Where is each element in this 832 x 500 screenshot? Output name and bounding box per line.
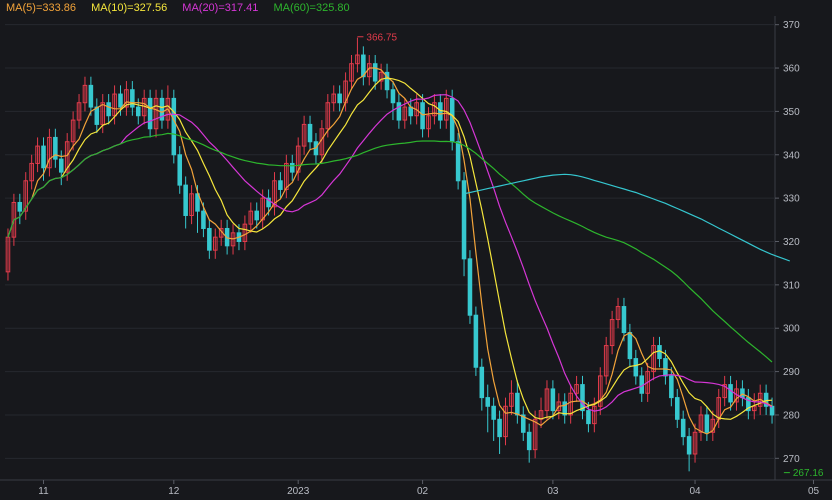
y-tick-label: 280 [783,410,800,421]
candle-down [58,158,64,173]
candle-down [396,102,402,121]
candle-down [177,154,183,186]
y-tick-label: 330 [783,194,800,205]
max-annotation: 366.75 [366,32,397,43]
candle-down [201,210,206,229]
candle-down [455,141,461,182]
candle-down [621,306,627,334]
candle-down [663,358,668,377]
ma20-line [7,94,773,412]
candle-down [627,332,633,360]
candle-down [171,97,177,156]
candle-down [491,405,496,420]
candle-down [497,418,502,438]
candle-down [728,384,733,403]
candle-down [17,201,23,212]
candle-down [769,405,775,416]
x-tick-label: 05 [808,486,820,497]
candle-down [669,375,674,399]
candle-down [41,145,46,169]
candle-down [467,258,473,316]
candle-down [372,63,378,82]
candle-down [135,106,141,117]
y-tick-label: 340 [783,150,800,161]
x-tick-label: 03 [547,486,559,497]
x-tick-label: 12 [168,486,180,497]
candle-down [438,102,443,121]
candle-down [278,180,283,190]
candle-down [307,123,313,143]
candle-down [473,314,479,368]
candle-down [461,180,467,260]
ma5-line [31,67,773,435]
candle-down [479,366,485,399]
candle-down [118,93,123,108]
y-tick-label: 300 [783,324,800,335]
candle-down [633,358,639,377]
candle-down [289,162,295,173]
y-tick-label: 370 [783,20,800,31]
candle-down [680,418,686,438]
candle-down [485,397,491,407]
x-tick-label: 2023 [287,486,310,497]
candle-down [526,431,532,451]
candlestick-chart[interactable]: 370 360 350 340 330 320 310 300 290 280 270 11 12 202… [0,0,832,500]
ma120-line [463,173,791,262]
candle-down [580,384,585,412]
candle-down [207,227,212,251]
candle-down [183,184,188,216]
y-tick-label: 360 [783,64,800,75]
candle-down [408,106,414,117]
candle-down [106,102,111,117]
candle-down [550,388,556,412]
x-tick-label: 02 [417,486,429,497]
candle-down [740,388,745,399]
y-tick-label: 270 [783,454,800,465]
candle-down [254,210,260,221]
candle-down [390,89,396,104]
candle-down [449,97,455,143]
candle-down [94,106,100,125]
min-annotation: 267.16 [793,468,824,479]
ma60-line [7,132,773,363]
candle-down [147,97,153,130]
candle-down [704,414,710,433]
x-tick-label: 11 [38,486,49,497]
x-tick-label: 04 [689,486,701,497]
candle-down [515,392,520,416]
y-tick-label: 290 [783,367,800,378]
y-tick-label: 310 [783,280,800,291]
y-tick-label: 320 [783,237,800,248]
candle-down [420,102,425,130]
candle-down [337,93,342,104]
y-tick-label: 350 [783,107,800,118]
candle-down [586,410,591,425]
candle-down [674,397,680,420]
candle-down [88,84,94,108]
candle-down [686,436,692,455]
